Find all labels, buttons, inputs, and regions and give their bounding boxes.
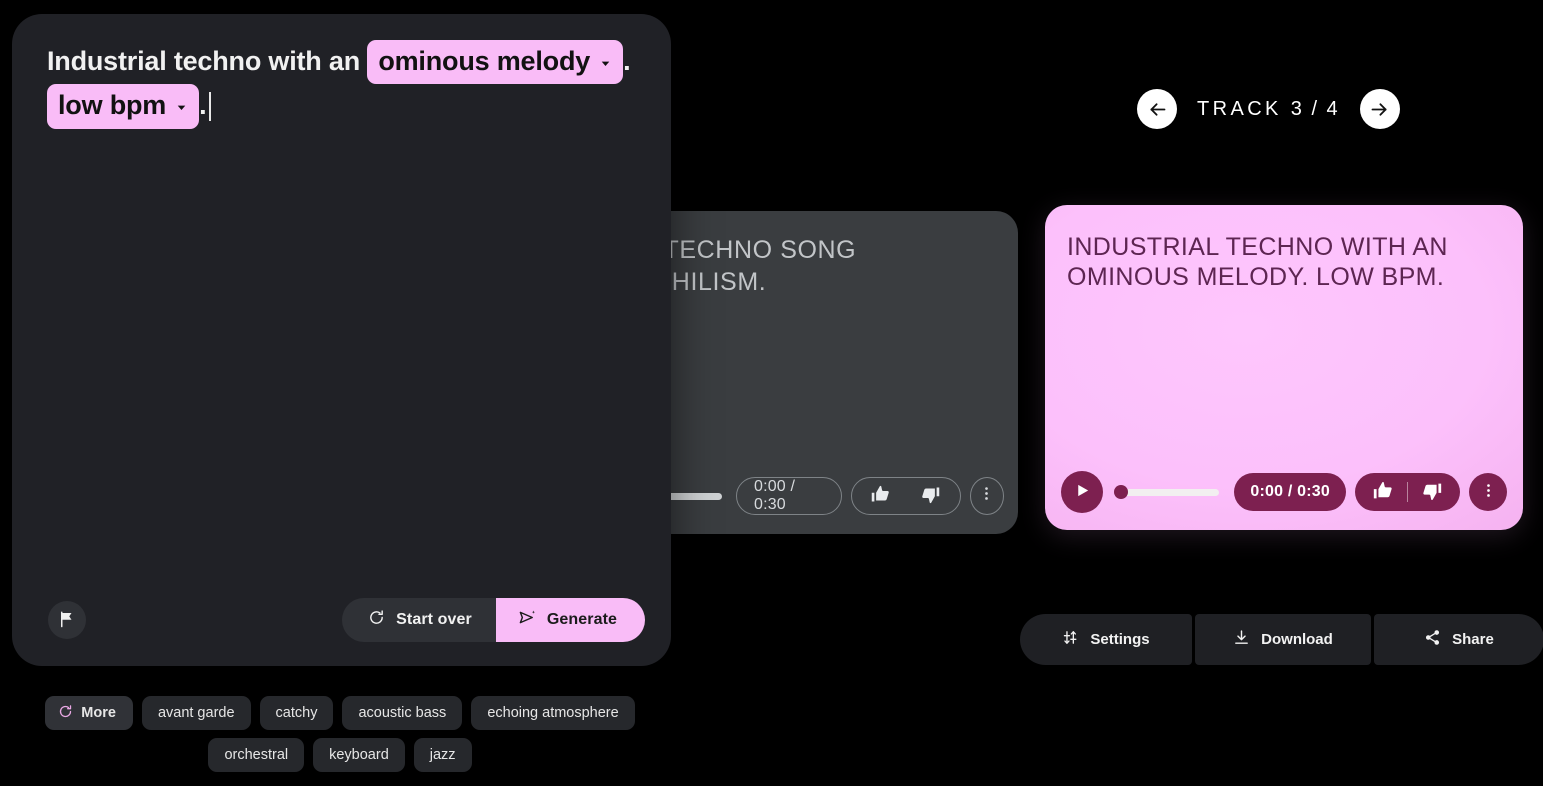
play-icon [1074, 482, 1091, 502]
prompt-panel: Industrial techno with an ominous melody… [12, 14, 671, 666]
tag-chip[interactable]: echoing atmosphere [471, 696, 635, 730]
app-root: TRACK 3 / 4 IAL TECHNO SONG G NIHILISM. … [0, 0, 1543, 786]
more-options-button-active[interactable] [1469, 473, 1507, 511]
tag-chip[interactable]: keyboard [313, 738, 405, 772]
kebab-menu-icon [1480, 482, 1497, 502]
tag-row-2: orchestral keyboard jazz [0, 738, 680, 772]
download-button[interactable]: Download [1195, 614, 1371, 665]
refresh-icon [368, 609, 385, 631]
prompt-chip-low-bpm[interactable]: low bpm [47, 84, 200, 129]
arrow-right-icon [1369, 99, 1390, 120]
kebab-menu-icon [978, 485, 995, 507]
track-card-active[interactable]: INDUSTRIAL TECHNO WITH AN OMINOUS MELODY… [1045, 205, 1523, 530]
download-label: Download [1261, 631, 1333, 648]
thumbs-down-button[interactable] [908, 478, 954, 514]
track-counter-position: 3 / 4 [1290, 97, 1340, 120]
prompt-text-segment-3: . [199, 90, 207, 121]
prompt-chip-label: low bpm [58, 90, 167, 121]
play-button[interactable] [1061, 471, 1103, 513]
share-button[interactable]: Share [1374, 614, 1543, 665]
previous-track-button[interactable] [1137, 89, 1177, 129]
chevron-down-icon [599, 42, 612, 80]
prompt-editor[interactable]: Industrial techno with an ominous melody… [47, 40, 641, 129]
seek-track [1122, 488, 1220, 496]
next-track-button[interactable] [1359, 89, 1400, 129]
tag-chip[interactable]: orchestral [208, 738, 305, 772]
share-label: Share [1452, 631, 1494, 648]
prompt-actions: Start over Generate [342, 598, 645, 642]
thumbs-up-icon [870, 484, 891, 508]
vote-group [850, 477, 961, 515]
prompt-text-segment-1: Industrial techno with an [47, 46, 368, 76]
download-icon [1233, 629, 1250, 650]
track-counter: TRACK 3 / 4 [1197, 98, 1340, 121]
prompt-text-segment-2: . [623, 46, 631, 76]
thumbs-down-icon [1421, 480, 1443, 505]
vote-group-active [1355, 473, 1460, 511]
start-over-label: Start over [396, 611, 472, 628]
prompt-chip-ominous-melody[interactable]: ominous melody [367, 40, 624, 85]
track-navigation: TRACK 3 / 4 [1137, 89, 1400, 129]
thumbs-up-icon [1372, 480, 1394, 505]
settings-button[interactable]: Settings [1020, 614, 1192, 665]
more-tags-button[interactable]: More [45, 696, 133, 730]
thumbs-down-button-active[interactable] [1408, 474, 1456, 510]
suggested-tags: More avant garde catchy acoustic bass ec… [0, 696, 680, 780]
thumbs-up-button[interactable] [858, 478, 904, 514]
tag-chip[interactable]: jazz [413, 738, 472, 772]
report-button[interactable] [48, 601, 86, 639]
time-display: 0:00 / 0:30 [735, 477, 842, 515]
thumbs-up-button-active[interactable] [1359, 474, 1407, 510]
track-counter-prefix: TRACK [1197, 97, 1282, 120]
refresh-icon [58, 704, 73, 723]
tag-chip[interactable]: avant garde [141, 696, 251, 730]
tag-chip[interactable]: catchy [259, 696, 334, 730]
more-options-button[interactable] [969, 477, 1004, 515]
track-action-bar: Settings Download Share [1020, 614, 1543, 665]
tag-chip[interactable]: acoustic bass [342, 696, 463, 730]
seek-handle[interactable] [1114, 485, 1128, 499]
more-tags-label: More [81, 705, 116, 721]
flag-icon [58, 610, 76, 631]
settings-label: Settings [1090, 631, 1150, 648]
generate-label: Generate [546, 611, 617, 628]
text-cursor [209, 92, 212, 122]
generate-button[interactable]: Generate [495, 598, 645, 642]
track-card-title-active: INDUSTRIAL TECHNO WITH AN OMINOUS MELODY… [1067, 233, 1448, 291]
share-icon [1424, 629, 1441, 650]
chevron-down-icon [175, 86, 188, 124]
thumbs-down-icon [920, 484, 941, 508]
arrow-left-icon [1147, 99, 1168, 120]
prompt-chip-label: ominous melody [378, 46, 591, 76]
player-controls-active: 0:00 / 0:30 [1061, 471, 1507, 513]
start-over-button[interactable]: Start over [342, 598, 496, 642]
tune-icon [1062, 629, 1079, 650]
send-sparkle-icon [518, 608, 537, 632]
seek-bar-active[interactable] [1114, 485, 1220, 499]
tag-row-1: More avant garde catchy acoustic bass ec… [0, 696, 680, 730]
time-display-active: 0:00 / 0:30 [1234, 473, 1346, 511]
